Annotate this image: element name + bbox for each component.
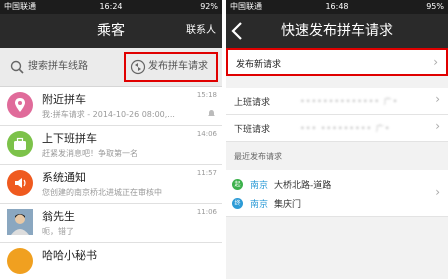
chat-title: 附近拼车: [42, 93, 86, 106]
battery: 92%: [200, 2, 218, 11]
battery: 95%: [426, 2, 444, 11]
commute-to-work-row[interactable]: 上班请求 •••••••••••••• 广• ›: [226, 88, 448, 115]
page-title: 快速发布拼车请求: [281, 23, 393, 39]
user-avatar: [7, 209, 33, 235]
new-request-label: 发布新请求: [236, 60, 282, 70]
recent-request-row[interactable]: 起 南京 大桥北路-道路 终 南京 集庆门 ›: [226, 170, 448, 217]
chat-time: 11:06: [196, 208, 217, 216]
clock: 16:24: [99, 2, 123, 11]
chat-row-notice[interactable]: 系统通知 您创建的南京桥北进城正在审核中 11:57: [0, 165, 222, 204]
chat-row-user[interactable]: 翁先生 呃，错了 11:06: [0, 204, 222, 243]
recent-section-header: 最近发布请求: [234, 152, 282, 161]
chevron-right-icon: ›: [435, 119, 440, 133]
bot-icon: [7, 248, 33, 274]
navbar: 快速发布拼车请求: [226, 14, 448, 48]
right-screen: 中国联通 16:48 95% 快速发布拼车请求 发布新请求 › 上班请求 •••…: [226, 0, 448, 279]
bell-mute-icon: [208, 110, 215, 116]
commute-route: ••• ••••••••• 广•: [300, 124, 391, 133]
chat-title: 哈哈小秘书: [42, 249, 97, 262]
left-screen: 中国联通 16:24 92% 乘客 联系人 搜索拼车线路 发布拼车请求 附近拼车…: [0, 0, 222, 279]
speaker-icon: [7, 170, 33, 196]
chat-title: 上下班拼车: [42, 132, 97, 145]
contacts-button[interactable]: 联系人: [186, 14, 216, 48]
commute-from-work-row[interactable]: 下班请求 ••• ••••••••• 广• ›: [226, 115, 448, 142]
status-bar: 中国联通 16:24 92%: [0, 0, 222, 14]
chat-title: 系统通知: [42, 171, 86, 184]
briefcase-icon: [7, 131, 33, 157]
new-request-row[interactable]: 发布新请求 ›: [226, 48, 448, 76]
chat-preview: 呃，错了: [42, 227, 74, 236]
end-badge: 终: [232, 198, 243, 209]
chat-title: 翁先生: [42, 210, 75, 223]
end-place: 集庆门: [274, 200, 302, 210]
refresh-route-icon: [130, 59, 146, 75]
commute-route: •••••••••••••• 广•: [300, 97, 399, 106]
start-city: 南京: [250, 181, 269, 191]
status-bar: 中国联通 16:48 95%: [226, 0, 448, 14]
chat-preview: 您创建的南京桥北进城正在审核中: [42, 188, 162, 197]
publish-request-button[interactable]: 发布拼车请求: [124, 52, 218, 82]
chat-preview: 赶紧发消息吧！争取第一名: [42, 149, 138, 158]
chat-row-nearby[interactable]: 附近拼车 我:拼车请求 - 2014-10-26 08:00,... 15:18: [0, 87, 222, 126]
chat-time: 14:06: [196, 130, 217, 138]
start-place: 大桥北路-道路: [274, 181, 332, 191]
chevron-right-icon: ›: [433, 55, 438, 69]
search-route-label: 搜索拼车线路: [28, 61, 88, 72]
commute-label: 上班请求: [234, 98, 271, 108]
chat-row-commute[interactable]: 上下班拼车 赶紧发消息吧！争取第一名 14:06: [0, 126, 222, 165]
chevron-right-icon: ›: [435, 185, 440, 199]
action-bar: 搜索拼车线路 发布拼车请求: [0, 48, 222, 87]
start-badge: 起: [232, 179, 243, 190]
chevron-right-icon: ›: [435, 92, 440, 106]
commute-label: 下班请求: [234, 125, 271, 135]
search-route-button[interactable]: 搜索拼车线路: [4, 54, 114, 80]
chat-time: 15:18: [196, 91, 217, 99]
chat-row-bot[interactable]: 哈哈小秘书: [0, 243, 222, 279]
search-icon: [10, 60, 24, 74]
chat-time: 11:57: [196, 169, 217, 177]
chat-preview: 我:拼车请求 - 2014-10-26 08:00,...: [42, 110, 175, 119]
publish-request-label: 发布拼车请求: [148, 61, 208, 72]
clock: 16:48: [325, 2, 349, 11]
end-city: 南京: [250, 200, 269, 210]
navbar: 乘客 联系人: [0, 14, 222, 48]
location-pin-icon: [7, 92, 33, 118]
